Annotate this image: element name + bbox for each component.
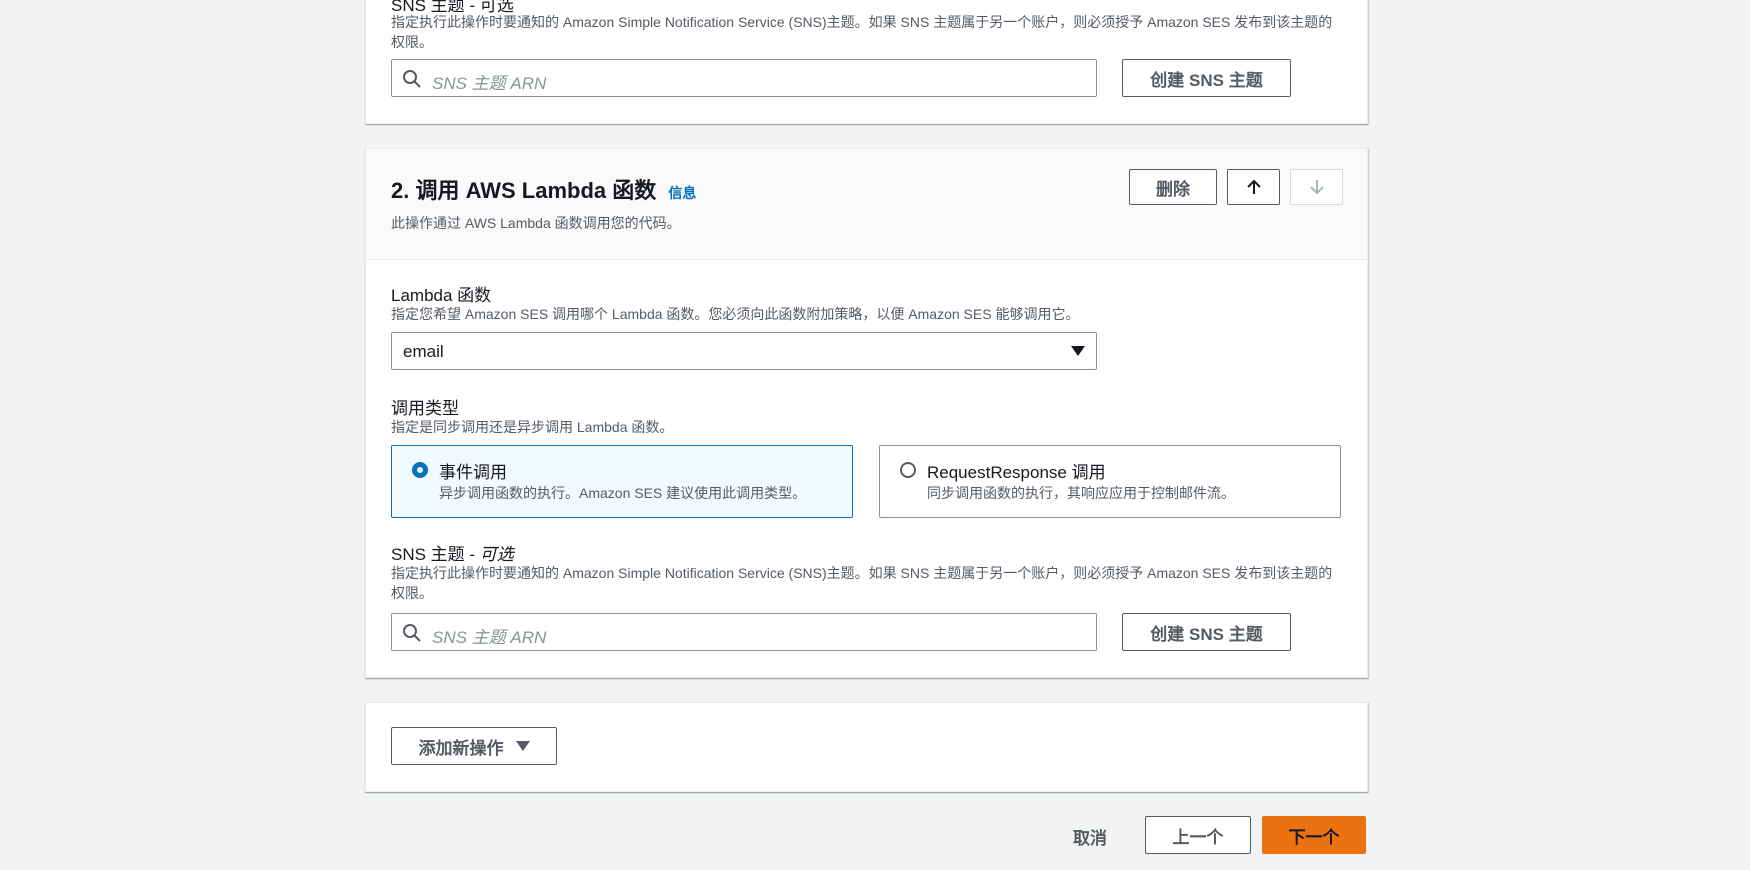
delete-button[interactable]: 删除: [1129, 169, 1217, 205]
cancel-link[interactable]: 取消: [1073, 824, 1107, 849]
search-icon: [403, 70, 421, 88]
lambda-function-label: Lambda 函数: [391, 286, 492, 305]
sns-topic-placeholder: SNS 主题 ARN: [432, 628, 547, 647]
radio-requestresponse[interactable]: RequestResponse 调用 同步调用函数的执行，其响应应用于控制邮件流…: [879, 445, 1341, 518]
sns-topic-desc: 指定执行此操作时要通知的 Amazon Simple Notification …: [391, 565, 1333, 601]
sns-topic-label: SNS 主题 - 可选: [391, 540, 514, 565]
radio-requestresponse-desc: 同步调用函数的执行，其响应应用于控制邮件流。: [927, 485, 1235, 501]
sns-topic-input[interactable]: SNS 主题 ARN: [391, 613, 1097, 651]
arrow-up-icon: [1246, 179, 1261, 194]
invocation-type-label: 调用类型: [391, 399, 459, 418]
sns-topic-desc-top: 指定执行此操作时要通知的 Amazon Simple Notification …: [391, 14, 1333, 50]
radio-selected[interactable]: [412, 462, 428, 478]
sns-section-card-top: SNS 主题 - 可选 指定执行此操作时要通知的 Amazon Simple N…: [365, 0, 1368, 124]
radio-event-invocation[interactable]: 事件调用 异步调用函数的执行。Amazon SES 建议使用此调用类型。: [391, 445, 853, 518]
create-sns-topic-button-top[interactable]: 创建 SNS 主题: [1122, 59, 1291, 97]
lambda-function-value: email: [403, 342, 444, 361]
action-subtitle: 此操作通过 AWS Lambda 函数调用您的代码。: [391, 215, 681, 231]
add-new-action-button[interactable]: 添加新操作: [391, 727, 557, 765]
sns-topic-input-top[interactable]: SNS 主题 ARN: [391, 59, 1097, 97]
invocation-type-desc: 指定是同步调用还是异步调用 Lambda 函数。: [391, 419, 674, 435]
radio-requestresponse-title: RequestResponse 调用: [927, 463, 1106, 482]
info-link[interactable]: 信息: [668, 185, 696, 201]
add-new-action-label: 添加新操作: [418, 738, 504, 758]
sns-topic-placeholder: SNS 主题 ARN: [432, 74, 547, 93]
caret-down-icon: [1071, 346, 1085, 356]
add-action-card: 添加新操作: [365, 702, 1368, 792]
create-sns-topic-button[interactable]: 创建 SNS 主题: [1122, 613, 1291, 651]
arrow-down-icon: [1309, 180, 1324, 195]
radio-unselected[interactable]: [900, 462, 916, 478]
radio-event-desc: 异步调用函数的执行。Amazon SES 建议使用此调用类型。: [439, 485, 807, 501]
action-title-text: 2. 调用 AWS Lambda 函数: [391, 178, 657, 203]
move-down-button[interactable]: [1290, 169, 1343, 205]
next-button[interactable]: 下一个: [1262, 816, 1366, 854]
search-icon: [403, 624, 421, 642]
lambda-function-select[interactable]: email: [391, 332, 1097, 370]
radio-event-title: 事件调用: [439, 463, 507, 482]
sns-topic-label-main: SNS 主题 -: [391, 545, 480, 564]
action-title: 2. 调用 AWS Lambda 函数 信息: [391, 173, 696, 205]
previous-button[interactable]: 上一个: [1145, 816, 1251, 854]
caret-down-icon: [515, 741, 530, 751]
move-up-button[interactable]: [1227, 169, 1280, 205]
lambda-action-card: 2. 调用 AWS Lambda 函数 信息 此操作通过 AWS Lambda …: [365, 148, 1368, 678]
sns-topic-label-optional: 可选: [479, 545, 514, 564]
lambda-function-desc: 指定您希望 Amazon SES 调用哪个 Lambda 函数。您必须向此函数附…: [391, 306, 1080, 322]
